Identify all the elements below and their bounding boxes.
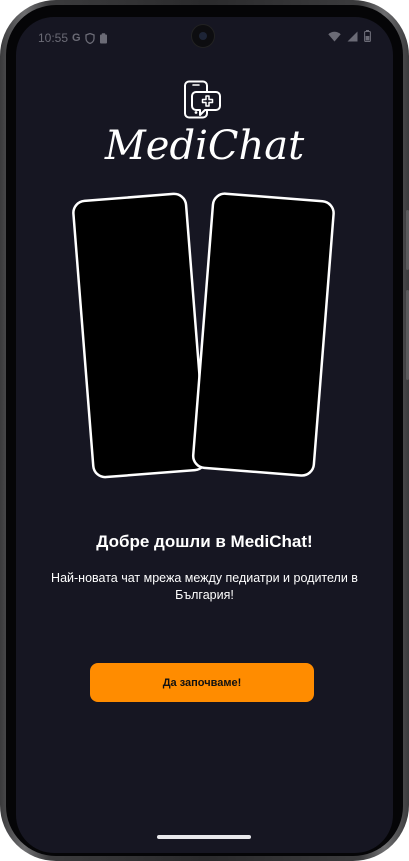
get-started-button[interactable]: Да започваме! bbox=[90, 663, 314, 702]
welcome-title: Добре дошли в MediChat! bbox=[96, 532, 313, 551]
left-phone-image bbox=[72, 192, 208, 479]
home-indicator[interactable] bbox=[157, 835, 251, 839]
phones-illustration bbox=[72, 192, 335, 479]
phone-frame: 10:55 G MediChat Добре дошли в MediChat!… bbox=[0, 0, 409, 861]
right-phone-image bbox=[191, 192, 335, 477]
app-screen: 10:55 G MediChat Добре дошли в MediChat!… bbox=[16, 17, 393, 853]
welcome-subtitle: Най-новата чат мрежа между педиатри и ро… bbox=[51, 571, 358, 602]
